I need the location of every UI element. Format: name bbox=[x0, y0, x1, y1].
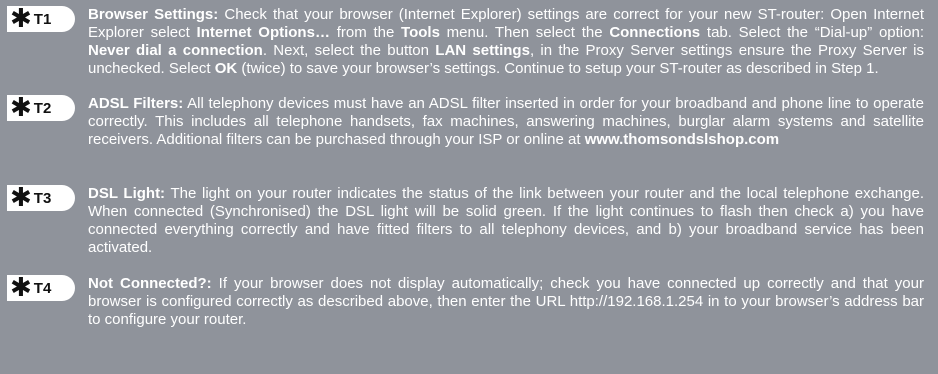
tip-code: T1 bbox=[33, 10, 52, 28]
tip-bold-term: Tools bbox=[401, 24, 440, 41]
tip-badge: ✱ T2 bbox=[7, 95, 75, 121]
tip-body-text: . Next, select the button bbox=[262, 42, 436, 59]
tip-heading: DSL Light: bbox=[88, 185, 166, 202]
star-icon: ✱ bbox=[10, 183, 32, 213]
tip-bold-term: Never dial a connection bbox=[88, 42, 263, 59]
tip-bold-term: LAN settings bbox=[435, 42, 530, 59]
tip-bold-term: Connections bbox=[609, 24, 701, 41]
tip-text: Not Connected?: If your browser does not… bbox=[88, 275, 924, 329]
tip-heading: Not Connected?: bbox=[88, 275, 212, 292]
tip-heading: Browser Settings: bbox=[88, 6, 219, 23]
tip-bold-term: OK bbox=[214, 60, 238, 77]
tip-body-text: (twice) to save your browser’s settings.… bbox=[237, 60, 879, 77]
tip-badge: ✱ T4 bbox=[7, 275, 75, 301]
tip-link-text: www.thomsondslshop.com bbox=[584, 131, 780, 148]
tip-bold-term: Internet Options… bbox=[196, 24, 330, 41]
tip-text: DSL Light: The light on your router indi… bbox=[88, 185, 924, 257]
tip-body-text: If your browser does not display automat… bbox=[88, 275, 924, 328]
tip-text: Browser Settings: Check that your browse… bbox=[88, 6, 924, 78]
tip-badge: ✱ T3 bbox=[7, 185, 75, 211]
tip-body-text: menu. Then select the bbox=[439, 24, 610, 41]
tip-heading: ADSL Filters: bbox=[88, 95, 184, 112]
star-icon: ✱ bbox=[10, 273, 32, 303]
tip-badge: ✱ T1 bbox=[7, 6, 75, 32]
tip-body-text: All telephony devices must have an ADSL … bbox=[88, 95, 924, 148]
tip-text: ADSL Filters: All telephony devices must… bbox=[88, 95, 924, 149]
tip-body-text: tab. Select the “Dial-up” option: bbox=[700, 24, 924, 41]
tips-page: ✱ T1 Browser Settings: Check that your b… bbox=[0, 0, 938, 374]
tip-body-text: from the bbox=[329, 24, 402, 41]
tip-code: T3 bbox=[33, 189, 52, 207]
tip-code: T2 bbox=[33, 99, 52, 117]
star-icon: ✱ bbox=[10, 4, 32, 34]
tip-body-text: The light on your router indicates the s… bbox=[88, 185, 924, 256]
tip-code: T4 bbox=[33, 279, 52, 297]
star-icon: ✱ bbox=[10, 93, 32, 123]
